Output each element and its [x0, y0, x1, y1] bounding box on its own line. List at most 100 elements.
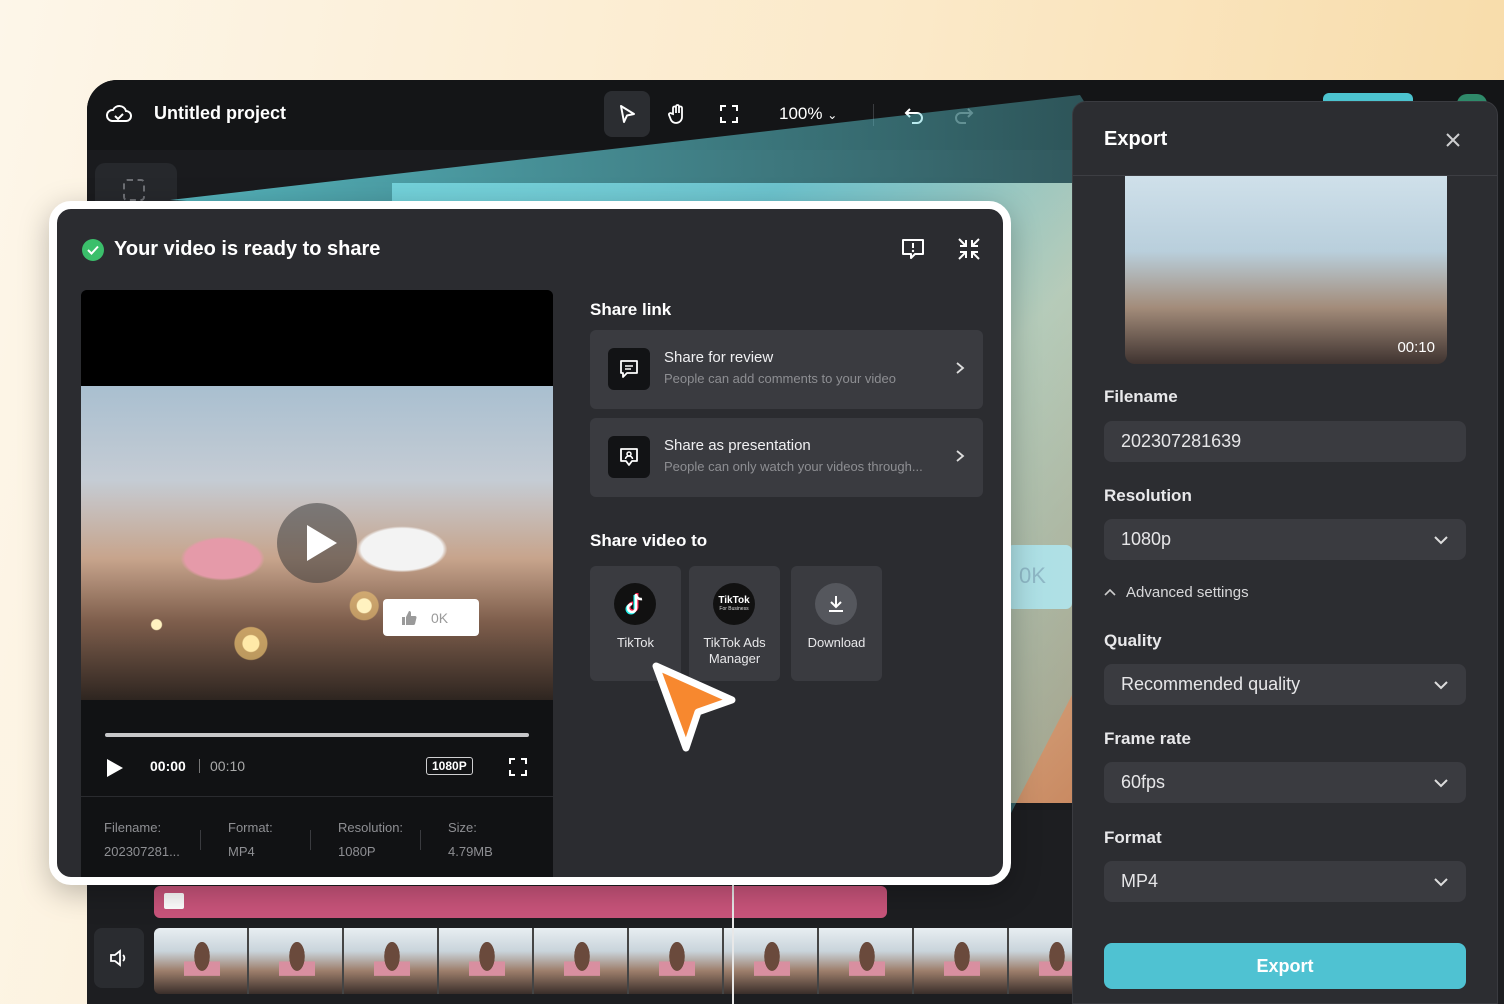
chevron-down-icon [1434, 536, 1448, 545]
caption-icon [164, 893, 184, 909]
meta-size: Size: 4.79MB [448, 820, 493, 859]
meta-divider [310, 830, 311, 850]
card-subtitle: People can only watch your videos throug… [664, 459, 923, 474]
hand-tool-button[interactable] [654, 91, 700, 137]
meta-value: 202307281... [104, 844, 180, 859]
quality-value: Recommended quality [1121, 674, 1301, 694]
chevron-down-icon [1434, 779, 1448, 788]
filename-input[interactable]: 202307281639 [1104, 421, 1466, 462]
card-subtitle: People can add comments to your video [664, 371, 896, 386]
video-player: 0K 00:00 00:10 1080P Filename: 202307281.… [81, 290, 553, 877]
hand-icon [668, 104, 683, 124]
time-divider [199, 759, 200, 773]
filename-label: Filename [1104, 387, 1178, 406]
share-for-review-card[interactable]: Share for review People can add comments… [590, 330, 983, 409]
resolution-badge: 1080P [426, 757, 473, 775]
export-panel: Export 00:10 Filename 202307281639 Resol… [1072, 101, 1498, 1004]
comment-icon [608, 348, 650, 390]
timeline-playhead[interactable] [732, 880, 734, 1004]
pointer-icon [620, 105, 635, 123]
resolution-value: 1080p [1121, 529, 1172, 549]
speaker-icon [110, 949, 126, 967]
format-label: Format [1104, 828, 1162, 847]
card-title: Share as presentation [664, 437, 811, 454]
meta-value: MP4 [228, 844, 255, 859]
progress-bar[interactable] [105, 733, 529, 737]
download-icon [815, 583, 857, 625]
tiktok-business-icon: TikTok For Business [713, 583, 755, 625]
project-title[interactable]: Untitled project [154, 103, 286, 124]
like-count: 0K [431, 609, 449, 626]
meta-label: Filename: [104, 820, 162, 835]
quality-select[interactable]: Recommended quality [1104, 664, 1466, 705]
tile-label: TikTok [616, 635, 655, 650]
chevron-up-icon [1104, 588, 1116, 596]
thumbnail-duration: 00:10 [1397, 339, 1435, 356]
current-time: 00:00 [150, 758, 186, 774]
collapse-icon[interactable] [956, 236, 982, 262]
zoom-dropdown[interactable]: 100% ⌄ [779, 104, 837, 124]
meta-label: Resolution: [338, 820, 404, 835]
format-select[interactable]: MP4 [1104, 861, 1466, 902]
play-overlay-button[interactable] [277, 503, 357, 583]
meta-resolution: Resolution: 1080P [338, 820, 403, 859]
divider [81, 796, 553, 797]
check-circle-icon [82, 239, 104, 261]
meta-value: 4.79MB [448, 844, 493, 859]
cursor-pointer-icon [652, 662, 736, 752]
zoom-value: 100% [779, 104, 823, 123]
resolution-label: Resolution [1104, 486, 1192, 505]
modal-title: Your video is ready to share [114, 238, 381, 260]
share-video-title: Share video to [590, 531, 708, 550]
play-icon[interactable] [107, 759, 123, 777]
like-badge[interactable]: 0K [383, 599, 479, 636]
download-button[interactable]: Download [791, 566, 882, 681]
feedback-icon[interactable] [900, 236, 926, 262]
total-time: 00:10 [210, 758, 246, 774]
share-link-title: Share link [590, 300, 672, 319]
framerate-select[interactable]: 60fps [1104, 762, 1466, 803]
video-track-clip[interactable] [154, 928, 1084, 994]
close-icon[interactable] [1443, 130, 1463, 150]
advanced-settings-toggle[interactable]: Advanced settings [1104, 584, 1249, 601]
tile-label: Download [807, 635, 866, 650]
text-track-clip[interactable] [154, 886, 887, 918]
placeholder-icon [123, 179, 145, 201]
logo-text: TikTok [718, 595, 750, 606]
share-as-presentation-card[interactable]: Share as presentation People can only wa… [590, 418, 983, 497]
export-button[interactable]: Export [1104, 943, 1466, 989]
cloud-icon[interactable] [105, 102, 133, 126]
tiktok-icon [614, 583, 656, 625]
meta-filename: Filename: 202307281... [104, 820, 180, 859]
export-thumbnail: 00:10 [1125, 176, 1447, 364]
chevron-down-icon [1434, 681, 1448, 690]
chevron-right-icon [956, 362, 965, 374]
meta-label: Format: [228, 820, 273, 835]
fullscreen-icon [720, 105, 738, 123]
toolbar-divider [873, 104, 874, 126]
meta-format: Format: MP4 [228, 820, 273, 859]
select-tool-button[interactable] [604, 91, 650, 137]
fullscreen-icon[interactable] [508, 757, 528, 777]
thumbs-up-icon [402, 610, 417, 625]
framerate-value: 60fps [1121, 772, 1166, 792]
export-title: Export [1104, 128, 1168, 150]
canvas-like-badge: 0K [1007, 545, 1072, 609]
meta-value: 1080P [338, 844, 376, 859]
fit-screen-button[interactable] [706, 91, 752, 137]
resolution-select[interactable]: 1080p [1104, 519, 1466, 560]
redo-icon[interactable] [953, 104, 975, 126]
mute-track-button[interactable] [94, 928, 144, 988]
logo-subtext: For Business [719, 606, 749, 612]
chevron-down-icon [1434, 878, 1448, 887]
meta-label: Size: [448, 820, 477, 835]
quality-label: Quality [1104, 631, 1162, 650]
presentation-icon [608, 436, 650, 478]
undo-icon[interactable] [903, 104, 925, 126]
chevron-right-icon [956, 450, 965, 462]
chevron-down-icon: ⌄ [827, 108, 838, 122]
letterbox [81, 290, 553, 386]
meta-divider [200, 830, 201, 850]
advanced-settings-label: Advanced settings [1126, 584, 1249, 601]
framerate-label: Frame rate [1104, 729, 1191, 748]
